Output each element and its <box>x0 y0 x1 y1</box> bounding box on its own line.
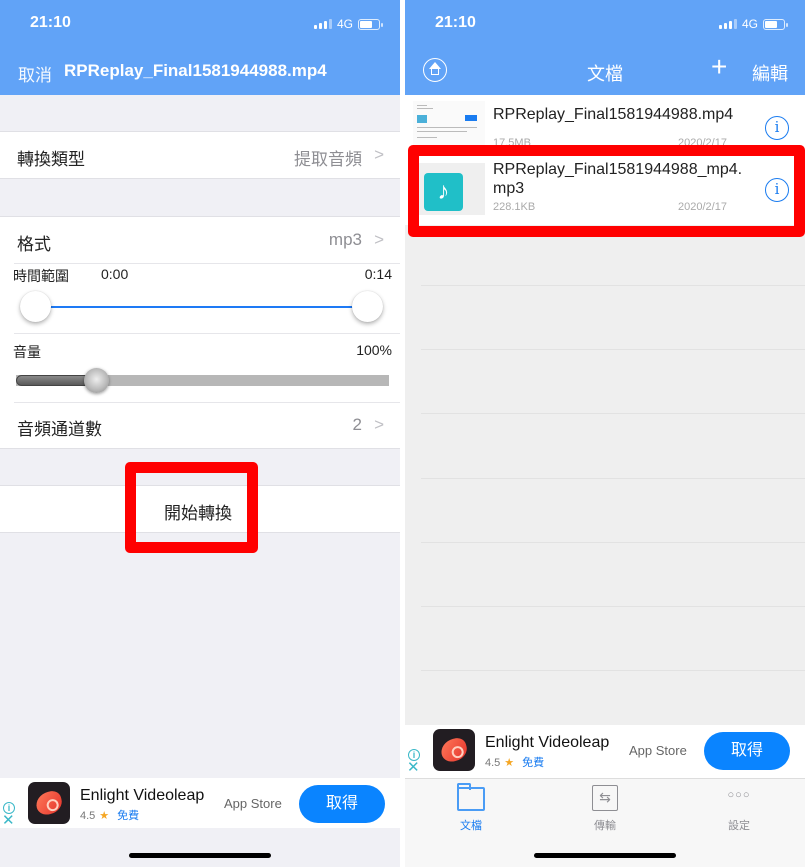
home-indicator <box>534 853 676 858</box>
ad-close-icon[interactable]: ✕ <box>2 813 15 828</box>
convert-type-row[interactable]: 轉換類型 提取音頻 > <box>0 131 400 179</box>
info-icon[interactable]: i <box>765 116 789 140</box>
time-range-start: 0:00 <box>101 266 129 282</box>
divider <box>421 606 805 607</box>
transfer-icon: ⇆ <box>592 785 618 811</box>
divider <box>421 285 805 286</box>
divider <box>421 478 805 479</box>
volume-label: 音量 <box>13 344 41 360</box>
ad-rating-value: 4.5 <box>80 810 96 822</box>
network-label: 4G <box>741 17 758 31</box>
signal-icon <box>718 19 737 29</box>
channels-row[interactable]: 音頻通道數 2 > <box>0 403 400 449</box>
chevron-right-icon: > <box>374 145 384 164</box>
home-indicator <box>129 853 271 858</box>
ad-banner[interactable]: i ✕ Enlight Videoleap 4.5 ★ 免費 App Store 取… <box>405 725 805 778</box>
chevron-right-icon: > <box>374 415 384 434</box>
volume-slider-handle[interactable] <box>84 368 109 393</box>
star-icon: ★ <box>504 757 515 769</box>
status-indicators: 4G <box>313 17 383 31</box>
ad-price: 免費 <box>522 757 545 769</box>
status-time: 21:10 <box>435 14 476 31</box>
ad-get-button[interactable]: 取得 <box>299 785 385 823</box>
ad-store-label: App Store <box>629 743 687 758</box>
format-row[interactable]: 格式 mp3 > <box>0 217 400 263</box>
nav-bar: 21:10 4G 取消 RPReplay_Final1581944988.mp4 <box>0 0 400 95</box>
conversion-settings-screen: 21:10 4G 取消 RPReplay_Final1581944988.mp4… <box>0 0 400 867</box>
tab-label: 文檔 <box>460 820 482 832</box>
divider <box>421 670 805 671</box>
network-label: 4G <box>336 17 353 31</box>
page-title: RPReplay_Final1581944988.mp4 <box>64 61 327 80</box>
ad-get-button[interactable]: 取得 <box>704 732 790 770</box>
add-button[interactable]: + <box>711 52 727 82</box>
nav-bar: 21:10 4G 文檔 + 編輯 <box>405 0 805 95</box>
status-indicators: 4G <box>718 17 788 31</box>
ad-app-name: Enlight Videoleap <box>80 787 205 804</box>
time-range-start-handle[interactable] <box>20 291 51 322</box>
ad-app-icon <box>28 782 70 824</box>
volume-value: 100% <box>356 342 392 358</box>
channels-value: 2 <box>352 415 362 434</box>
divider <box>421 413 805 414</box>
divider <box>421 349 805 350</box>
ad-rating: 4.5 ★ 免費 <box>485 754 544 770</box>
ad-rating: 4.5 ★ 免費 <box>80 807 139 823</box>
convert-type-value: 提取音頻 <box>294 150 362 169</box>
format-value: mp3 <box>328 230 362 249</box>
ad-app-icon <box>433 729 475 771</box>
ad-store-label: App Store <box>224 796 282 811</box>
chevron-right-icon: > <box>374 230 384 249</box>
status-time: 21:10 <box>30 14 71 31</box>
battery-icon <box>358 18 383 30</box>
star-icon: ★ <box>99 810 110 822</box>
battery-icon <box>763 18 788 30</box>
convert-type-label: 轉換類型 <box>17 150 85 169</box>
documents-screen: 21:10 4G 文檔 + 編輯 RPReplay_Final158194498… <box>405 0 805 867</box>
tab-label: 設定 <box>728 820 750 832</box>
time-range-label: 時間範圍 <box>13 268 69 284</box>
format-label: 格式 <box>17 235 51 254</box>
signal-icon <box>313 19 332 29</box>
time-range-track <box>36 306 368 308</box>
divider <box>14 333 400 334</box>
ad-price: 免費 <box>117 810 140 822</box>
more-icon: ○○○ <box>727 789 751 801</box>
settings-group: 格式 mp3 > 時間範圍 0:00 0:14 音量 100% 音頻通道數 2 … <box>0 216 400 449</box>
highlight-box <box>125 462 258 553</box>
video-thumbnail <box>413 101 485 151</box>
channels-label: 音頻通道數 <box>17 420 102 439</box>
highlight-box <box>408 145 805 237</box>
ad-rating-value: 4.5 <box>485 757 501 769</box>
page-title: 文檔 <box>587 64 623 84</box>
time-range-end-handle[interactable] <box>352 291 383 322</box>
time-range-end: 0:14 <box>364 266 392 282</box>
folder-icon <box>457 783 485 811</box>
edit-button[interactable]: 編輯 <box>752 60 788 86</box>
ad-app-name: Enlight Videoleap <box>485 734 610 751</box>
divider <box>421 542 805 543</box>
cancel-button[interactable]: 取消 <box>18 61 52 86</box>
divider <box>14 263 400 264</box>
ad-banner[interactable]: i ✕ Enlight Videoleap 4.5 ★ 免費 App Store 取… <box>0 778 400 828</box>
tab-label: 傳輸 <box>594 820 616 832</box>
ad-close-icon[interactable]: ✕ <box>407 760 420 775</box>
file-name: RPReplay_Final1581944988.mp4 <box>493 106 734 123</box>
